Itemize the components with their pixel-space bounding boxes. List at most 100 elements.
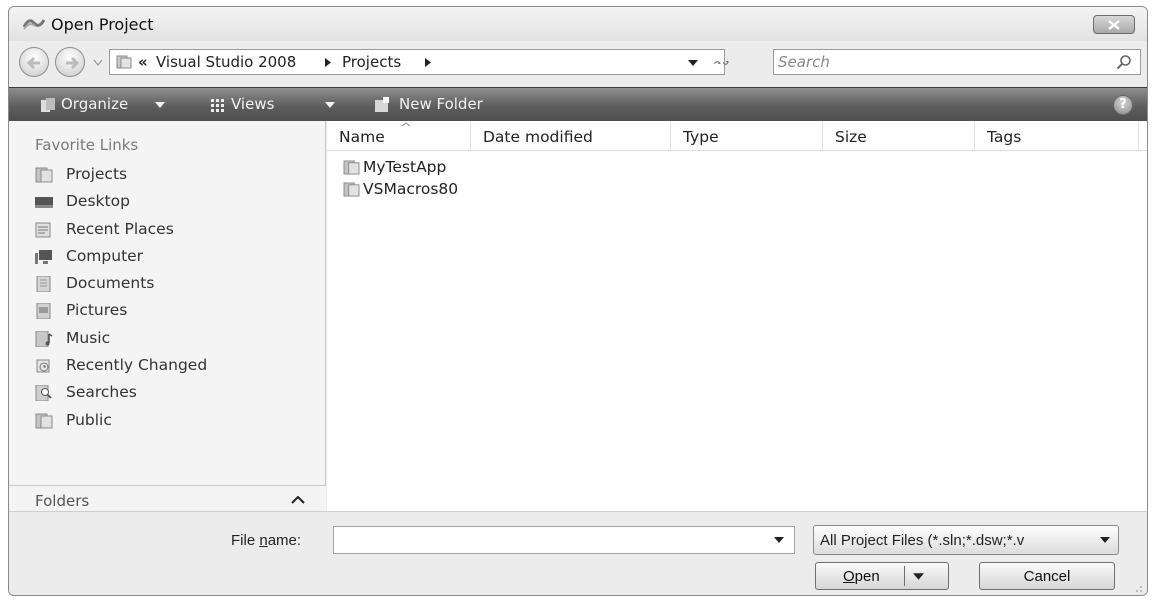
sidebar-item-label: Pictures: [66, 301, 128, 320]
pictures-icon: [36, 303, 51, 320]
column-header-row: Name Date modified Type Size Tags: [327, 121, 1147, 151]
breadcrumb-arrow-icon[interactable]: [424, 58, 432, 67]
column-header-size[interactable]: Size: [823, 121, 975, 151]
help-button[interactable]: ?: [1113, 95, 1133, 115]
chevron-down-icon[interactable]: [774, 537, 784, 543]
file-name: VSMacros80: [363, 180, 459, 198]
forward-arrow-icon: [66, 56, 80, 70]
sidebar-item-recently-changed[interactable]: Recently Changed: [9, 354, 326, 381]
address-row: « Visual Studio 2008 Projects: [9, 41, 1147, 87]
column-label: Type: [683, 128, 719, 146]
chevron-down-icon: [325, 102, 335, 108]
file-list-pane[interactable]: Name Date modified Type Size Tags MyTest…: [327, 121, 1147, 511]
sort-ascending-icon: [401, 122, 411, 127]
sidebar-item-label: Documents: [66, 274, 155, 293]
sidebar-item-searches[interactable]: Searches: [9, 381, 326, 408]
search-icon[interactable]: [1116, 54, 1132, 70]
dialog-footer: File name: All Project Files (*.sln;*.ds…: [9, 511, 1147, 595]
address-bar[interactable]: « Visual Studio 2008 Projects: [109, 49, 725, 75]
open-label: Open: [843, 568, 880, 585]
open-project-dialog: Open Project « Visual Studio 2008 Projec…: [8, 6, 1148, 596]
new-folder-icon: [375, 97, 389, 112]
sidebar-item-label: Projects: [66, 165, 128, 183]
chevron-down-icon[interactable]: [688, 60, 698, 66]
column-header-date-modified[interactable]: Date modified: [471, 121, 671, 151]
navigation-pane: Favorite Links Projects Desktop Recent P…: [9, 121, 326, 515]
sidebar-item-label: Searches: [66, 383, 137, 402]
folder-icon: [35, 167, 53, 183]
title-bar: Open Project: [9, 7, 1147, 41]
dialog-title: Open Project: [51, 15, 154, 34]
sidebar-item-music[interactable]: Music: [9, 327, 326, 354]
back-button[interactable]: [19, 47, 49, 77]
computer-icon: [35, 249, 52, 264]
documents-icon: [36, 276, 51, 293]
views-label: Views: [231, 95, 275, 113]
back-arrow-icon: [26, 56, 40, 70]
file-name-combobox[interactable]: [333, 526, 795, 554]
cancel-button[interactable]: Cancel: [979, 562, 1115, 590]
folder-icon: [116, 55, 132, 69]
searches-icon: [35, 385, 52, 402]
organize-icon: [41, 98, 55, 112]
sidebar-item-label: Recent Places: [66, 219, 174, 238]
chevron-down-icon[interactable]: [913, 573, 924, 580]
column-header-type[interactable]: Type: [671, 121, 823, 151]
organize-menu[interactable]: Organize: [39, 94, 189, 116]
close-button[interactable]: [1093, 15, 1135, 34]
folder-icon: [35, 413, 53, 429]
breadcrumb-projects[interactable]: Projects: [342, 53, 401, 71]
resize-grip-icon[interactable]: [1133, 583, 1143, 593]
sidebar-item-documents[interactable]: Documents: [9, 272, 326, 299]
file-name: MyTestApp: [363, 158, 447, 176]
close-icon: [1108, 20, 1120, 30]
breadcrumb-arrow-icon[interactable]: [324, 58, 332, 67]
desktop-icon: [35, 197, 53, 209]
sidebar-item-recent-places[interactable]: Recent Places: [9, 218, 326, 245]
column-header-name[interactable]: Name: [327, 121, 471, 151]
sidebar-item-label: Music: [66, 328, 111, 347]
column-header-tags[interactable]: Tags: [975, 121, 1139, 151]
music-icon: [35, 330, 53, 347]
folders-label: Folders: [35, 492, 90, 510]
recent-places-icon: [35, 222, 51, 238]
column-label: Size: [835, 128, 867, 146]
column-label: Tags: [987, 128, 1022, 146]
search-input[interactable]: [778, 52, 1098, 72]
sidebar-item-label: Recently Changed: [66, 356, 208, 375]
file-type-filter-select[interactable]: All Project Files (*.sln;*.dsw;*.v: [813, 525, 1119, 555]
refresh-icon[interactable]: [713, 55, 729, 71]
split-divider: [904, 566, 905, 586]
views-icon: [211, 99, 224, 112]
chevron-down-icon: [155, 102, 165, 108]
visual-studio-icon: [23, 19, 45, 30]
sidebar-item-projects[interactable]: Projects: [9, 163, 326, 190]
new-folder-button[interactable]: New Folder: [373, 94, 543, 116]
new-folder-label: New Folder: [399, 95, 483, 113]
breadcrumb-overflow[interactable]: «: [138, 53, 148, 71]
sidebar-item-desktop[interactable]: Desktop: [9, 190, 326, 217]
folder-icon: [343, 182, 360, 197]
sidebar-item-pictures[interactable]: Pictures: [9, 299, 326, 326]
sidebar-item-label: Public: [66, 410, 112, 429]
sidebar-item-label: Desktop: [66, 192, 130, 211]
cancel-label: Cancel: [1023, 568, 1071, 585]
chevron-up-icon: [291, 496, 305, 504]
column-label: Name: [339, 128, 385, 146]
recent-pages-dropdown[interactable]: [93, 59, 103, 67]
favorite-links-header: Favorite Links: [35, 136, 139, 154]
folder-icon: [343, 160, 360, 175]
command-toolbar: Organize Views New Folder ?: [9, 87, 1147, 121]
open-button[interactable]: Open: [815, 562, 949, 590]
breadcrumb-visual-studio-2008[interactable]: Visual Studio 2008: [156, 53, 296, 71]
file-name-field[interactable]: [338, 530, 758, 550]
sidebar-item-public[interactable]: Public: [9, 409, 326, 436]
file-name-label: File name:: [231, 532, 302, 549]
file-type-filter-label: All Project Files (*.sln;*.dsw;*.v: [820, 532, 1025, 549]
forward-button[interactable]: [55, 47, 85, 77]
search-box[interactable]: [773, 49, 1141, 75]
views-menu[interactable]: Views: [209, 94, 349, 116]
favorite-links-list: Projects Desktop Recent Places Computer …: [9, 163, 326, 436]
sidebar-item-computer[interactable]: Computer: [9, 245, 326, 272]
column-label: Date modified: [483, 128, 593, 146]
